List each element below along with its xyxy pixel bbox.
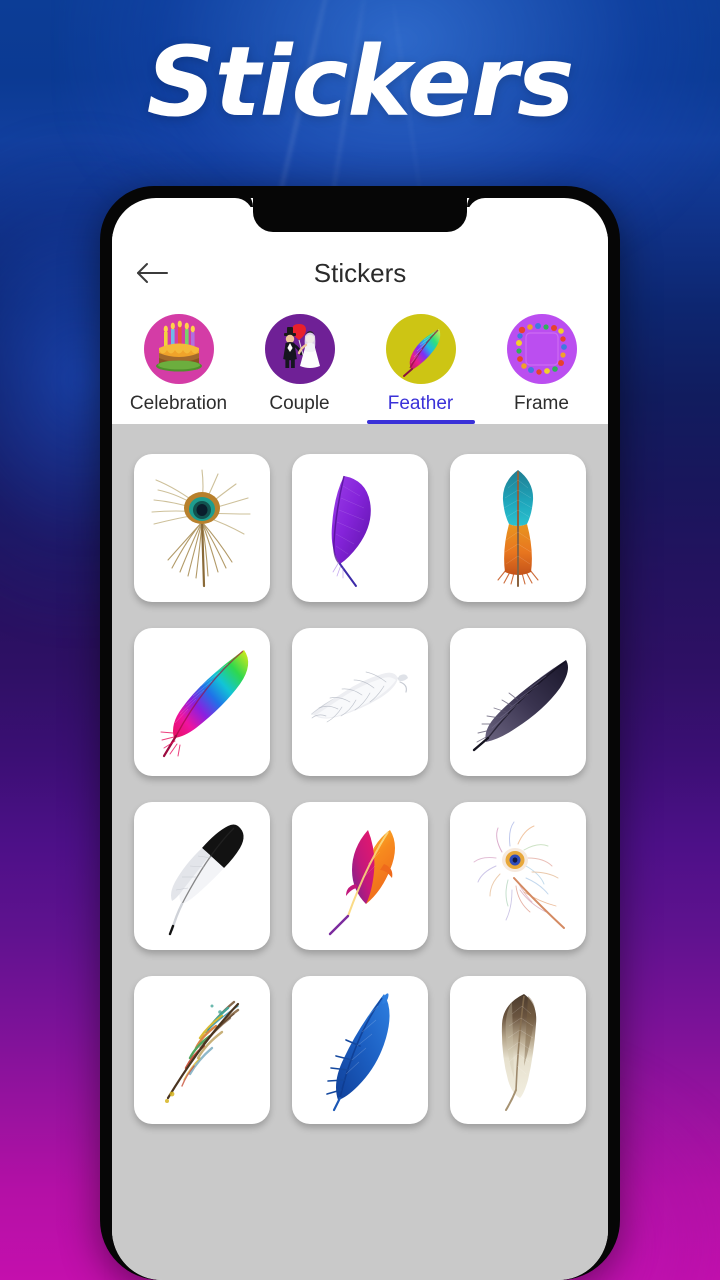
app-title: Stickers bbox=[146, 26, 575, 138]
birthday-cake-icon bbox=[143, 314, 214, 384]
sticker-rainbow-feather[interactable] bbox=[134, 628, 270, 776]
sticker-dark-navy-feather[interactable] bbox=[450, 628, 586, 776]
sticker-brown-cream-feather[interactable] bbox=[450, 976, 586, 1124]
pastel-peacock-feather-icon bbox=[473, 821, 565, 929]
sticker-grid-area bbox=[112, 424, 608, 1280]
tab-frame[interactable]: Frame bbox=[481, 312, 602, 424]
arrow-left-icon bbox=[137, 263, 168, 283]
category-tabs: Celebration Couple Feather Frame bbox=[112, 312, 608, 424]
blue-feather-icon bbox=[326, 993, 390, 1112]
tab-label: Frame bbox=[514, 393, 569, 414]
peacock-eye-feather-icon bbox=[151, 469, 251, 588]
tab-label: Couple bbox=[269, 393, 330, 414]
tab-active-indicator bbox=[366, 420, 475, 424]
rainbow-feather-icon bbox=[160, 650, 249, 758]
sticker-white-fluffy-feather[interactable] bbox=[292, 628, 428, 776]
tab-celebration[interactable]: Celebration bbox=[118, 312, 239, 424]
white-fluffy-feather-icon bbox=[311, 671, 408, 723]
bride-groom-icon bbox=[264, 314, 335, 384]
tab-label: Feather bbox=[387, 393, 454, 414]
sticker-watercolor-feather[interactable] bbox=[134, 976, 270, 1124]
tab-feather[interactable]: Feather bbox=[360, 312, 481, 424]
sticker-purple-feather[interactable] bbox=[292, 454, 428, 602]
sticker-peacock-eye-feather[interactable] bbox=[134, 454, 270, 602]
rainbow-feather-icon bbox=[385, 314, 456, 384]
sticker-blue-feather[interactable] bbox=[292, 976, 428, 1124]
sticker-teal-orange-feather[interactable] bbox=[450, 454, 586, 602]
floral-frame-icon bbox=[506, 314, 577, 384]
back-button[interactable] bbox=[130, 250, 176, 296]
brown-cream-feather-icon bbox=[501, 994, 537, 1111]
app-bar: Stickers bbox=[112, 234, 608, 312]
phone-notch bbox=[253, 198, 467, 232]
purple-feather-icon bbox=[331, 475, 371, 587]
phone-screen: Stickers Celebration Couple Feather Fram… bbox=[112, 198, 608, 1280]
black-tipped-white-feather-icon bbox=[168, 824, 244, 936]
teal-orange-feather-icon bbox=[497, 470, 539, 587]
orange-magenta-feather-icon bbox=[328, 830, 395, 936]
tab-couple[interactable]: Couple bbox=[239, 312, 360, 424]
dark-navy-feather-icon bbox=[472, 660, 568, 752]
phone-mockup: Stickers Celebration Couple Feather Fram… bbox=[100, 186, 620, 1280]
sticker-grid bbox=[134, 454, 586, 1124]
sticker-pastel-peacock-feather[interactable] bbox=[450, 802, 586, 950]
sticker-orange-magenta-feather[interactable] bbox=[292, 802, 428, 950]
page-title: Stickers bbox=[313, 257, 407, 288]
sticker-black-tipped-white-feather[interactable] bbox=[134, 802, 270, 950]
tab-label: Celebration bbox=[129, 393, 228, 414]
watercolor-feather-icon bbox=[165, 1000, 240, 1103]
